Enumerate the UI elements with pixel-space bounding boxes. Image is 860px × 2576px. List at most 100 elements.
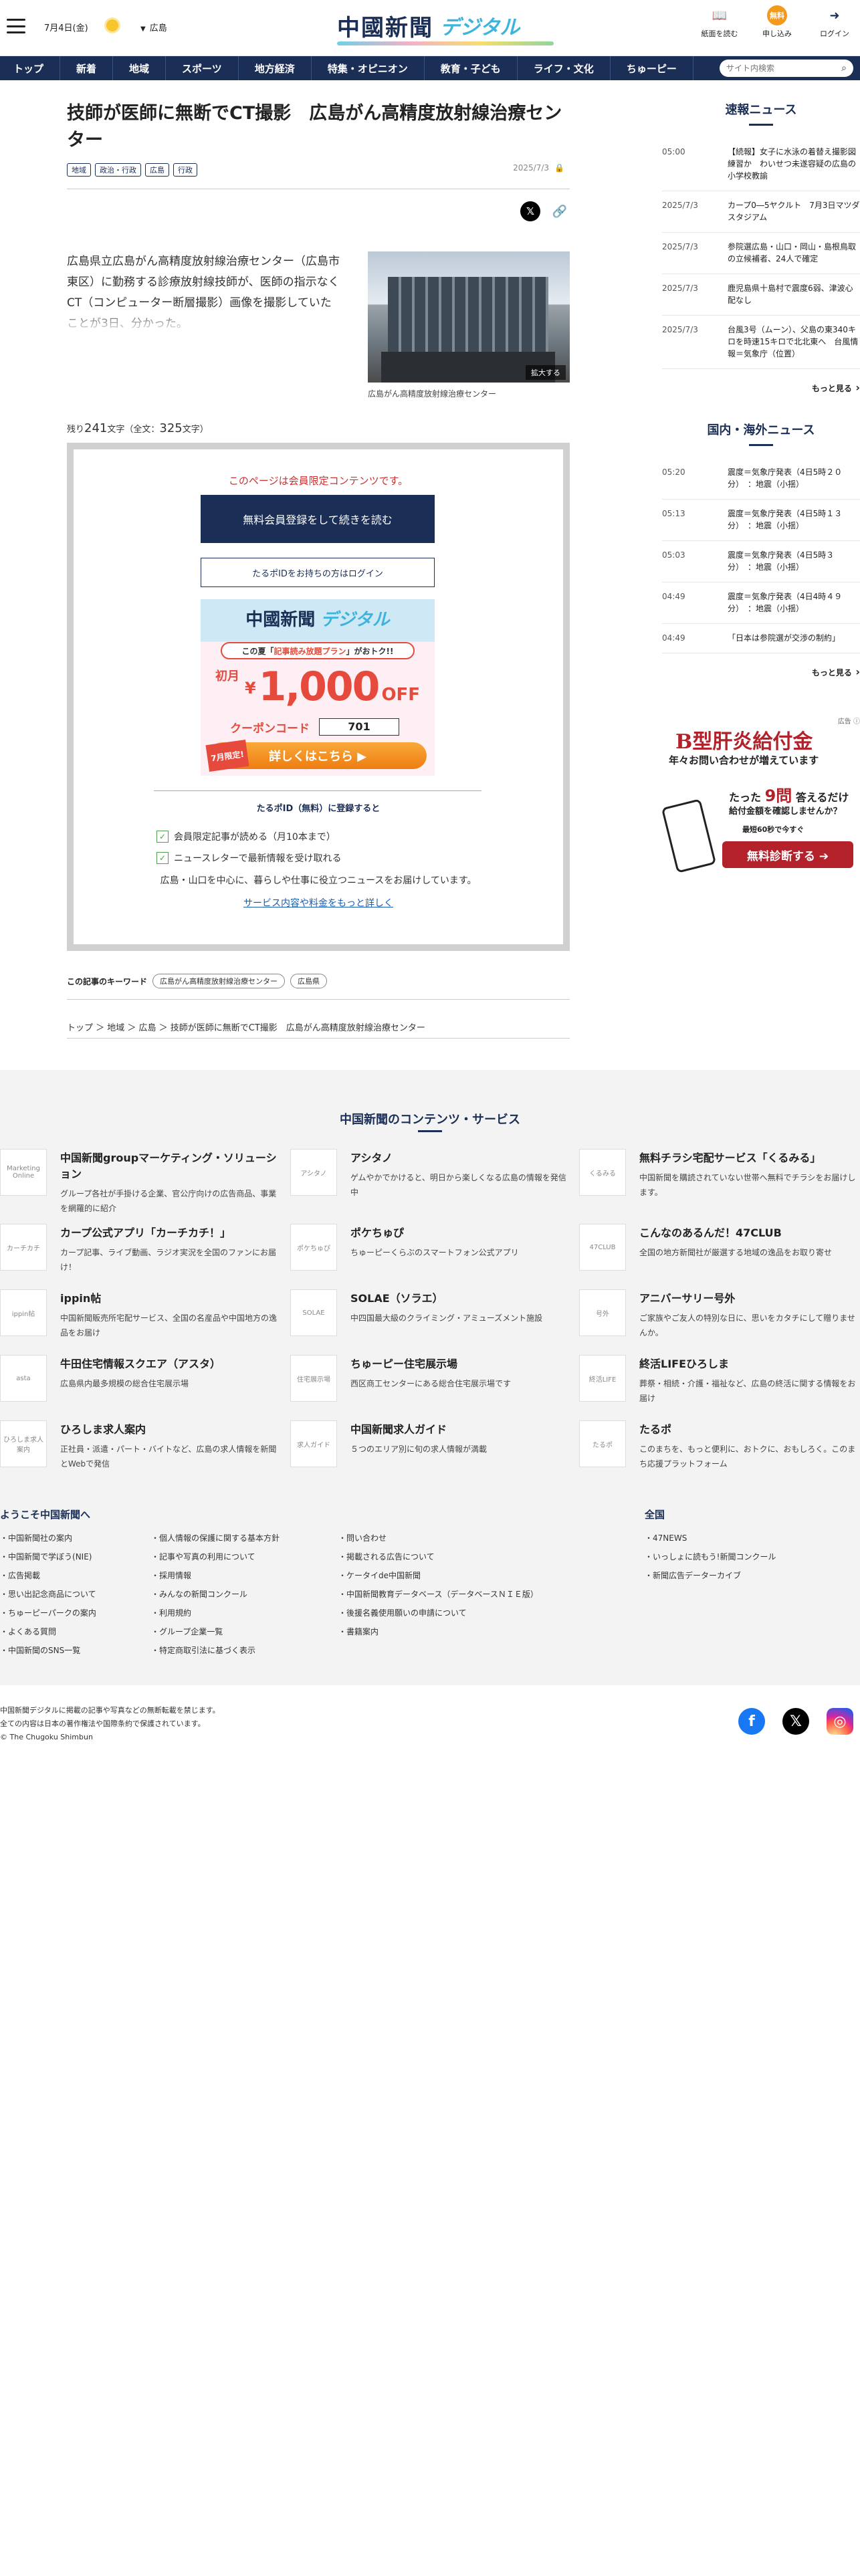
service-item[interactable]: 住宅展示場 ちゅーピー住宅展示場 西区商工センターにある総合住宅展示場です: [290, 1355, 571, 1402]
ad-sub: 年々お問い合わせが増えています: [669, 754, 819, 766]
promo-logo: 中國新聞 デジタル: [201, 606, 435, 631]
service-details-link[interactable]: サービス内容や料金をもっと詳しく: [74, 896, 563, 909]
nav-item-opinion[interactable]: 特集・オピニオン: [312, 56, 425, 80]
footer-link[interactable]: 後援名義使用願いの申請について: [338, 1604, 538, 1622]
location-select[interactable]: 広島: [140, 21, 167, 33]
footer-link[interactable]: 記事や写真の利用について: [151, 1547, 280, 1566]
service-item[interactable]: アシタノ アシタノ ゲムやかでかけると、明日から楽しくなる広島の情報を発信中: [290, 1149, 571, 1200]
service-desc: 中国新聞販売所宅配サービス、全国の名産品や中国地方の逸品をお届け: [60, 1313, 278, 1337]
service-name: 中国新聞groupマーケティング・ソリューション: [60, 1152, 277, 1180]
footer-link[interactable]: よくある質問: [0, 1622, 96, 1641]
service-item[interactable]: 求人ガイド 中国新聞求人ガイド ５つのエリア別に旬の求人情報が満載: [290, 1420, 571, 1467]
footer-link[interactable]: ちゅーピーパークの案内: [0, 1604, 96, 1622]
service-logo: 住宅展示場: [290, 1355, 337, 1402]
footer-link[interactable]: 特定商取引法に基づく表示: [151, 1641, 280, 1660]
service-item[interactable]: ippin帖 ippin帖 中国新聞販売所宅配サービス、全国の名産品や中国地方の逸品…: [0, 1289, 281, 1340]
keyword-chip[interactable]: 広島がん高精度放射線治療センター: [152, 974, 286, 988]
nav-item-region[interactable]: 地域: [113, 56, 167, 80]
menu-icon[interactable]: [7, 19, 25, 33]
footer-link[interactable]: 問い合わせ: [338, 1529, 538, 1547]
search-input[interactable]: [726, 64, 842, 73]
service-item[interactable]: 号外 アニバーサリー号外 ご家族やご友人の特別な日に、思いをカタチにして贈りませんか…: [579, 1289, 860, 1340]
service-desc: ゲムやかでかけると、明日から楽しくなる広島の情報を発信中: [350, 1173, 566, 1197]
news-item[interactable]: 05:00 【続報】女子に水泳の着替え撮影図練習か わいせつ未遂容疑の広島の小学校…: [662, 138, 860, 191]
news-item[interactable]: 2025/7/3 カープ0―5ヤクルト 7月3日マツダスタジアム: [662, 191, 860, 233]
footer-link[interactable]: 新聞広告データーカイブ: [645, 1566, 776, 1585]
footer-link[interactable]: 採用情報: [151, 1566, 280, 1585]
tag-hiroshima[interactable]: 広島: [145, 163, 169, 177]
footer-link[interactable]: いっしょに読もう!新聞コンクール: [645, 1547, 776, 1566]
promo-banner[interactable]: 中國新聞 デジタル この夏「 記事読み放題プラン 」がおトク!! 初月 ¥1,000 OF…: [201, 599, 435, 776]
news-item[interactable]: 05:13 震度＝気象庁発表（4日5時１３分） ：地震（小揺）: [662, 500, 860, 541]
footer-link[interactable]: 中国新聞社の案内: [0, 1529, 96, 1547]
nav-item-new[interactable]: 新着: [60, 56, 114, 80]
service-item[interactable]: Marketing Online 中国新聞groupマーケティング・ソリューション…: [0, 1149, 281, 1216]
footer-link[interactable]: 思い出記念商品について: [0, 1585, 96, 1604]
service-item[interactable]: くるみる 無料チラシ宅配サービス「くるみる」 中国新聞を購読されていない世帯へ無料で…: [579, 1149, 860, 1200]
service-item[interactable]: たるポ たるポ このまちを、もっと便利に、おトクに、おもしろく。このまち応援プラット…: [579, 1420, 860, 1471]
nav-item-sports[interactable]: スポーツ: [166, 56, 239, 80]
instagram-icon[interactable]: ◎: [827, 1708, 853, 1735]
news-item[interactable]: 05:20 震度＝気象庁発表（4日5時２０分） ：地震（小揺）: [662, 458, 860, 500]
footer-link[interactable]: 広告掲載: [0, 1566, 96, 1585]
footer-link[interactable]: 中国新聞教育データベース（データベースＮＩＥ版）: [338, 1585, 538, 1604]
nav-item-top[interactable]: トップ: [0, 56, 61, 80]
login-button[interactable]: ➜ ログイン: [816, 5, 853, 39]
service-item[interactable]: SOLAE SOLAE（ソラエ） 中四国最大級のクライミング・アミューズメント施設: [290, 1289, 571, 1336]
service-item[interactable]: 終活LIFE 終活LIFEひろしま 葬祭・相続・介護・福祉など、広島の終活に関する情…: [579, 1355, 860, 1406]
facebook-icon[interactable]: f: [738, 1708, 765, 1735]
news-item[interactable]: 2025/7/3 鹿児島県十島村で震度6弱、津波心配なし: [662, 274, 860, 316]
nav-item-life[interactable]: ライフ・文化: [518, 56, 611, 80]
breadcrumb[interactable]: トップ ＞ 地域 ＞ 広島 ＞ 技師が医師に無断でCT撮影 広島がん高精度放射線…: [67, 1021, 425, 1033]
copy-link-icon[interactable]: 🔗: [550, 201, 570, 221]
news-item[interactable]: 04:49 「日本は参院選が交渉の制約」: [662, 624, 860, 653]
footer-link[interactable]: ケータイde中国新聞: [338, 1566, 538, 1585]
world-more-link[interactable]: もっと見る: [662, 653, 860, 678]
news-item[interactable]: 04:49 震度＝気象庁発表（4日4時４９分） ：地震（小揺）: [662, 582, 860, 624]
footer-link[interactable]: 書籍案内: [338, 1622, 538, 1641]
service-item[interactable]: ひろしま求人案内 ひろしま求人案内 正社員・派遣・パート・バイトなど、広島の求人情報…: [0, 1420, 281, 1471]
news-item[interactable]: 2025/7/3 参院選広島・山口・岡山・島根鳥取の立候補者、24人で確定: [662, 233, 860, 274]
nav-item-education[interactable]: 教育・子ども: [425, 56, 518, 80]
subscribe-button[interactable]: 無料 申し込み: [758, 5, 796, 39]
service-item[interactable]: ポケちゅぴ ポケちゅぴ ちゅーピーくらぶのスマートフォン公式アプリ: [290, 1224, 571, 1271]
breaking-more-link[interactable]: もっと見る: [662, 369, 860, 394]
article-tags: 地域 政治・行政 広島 行政 2025/7/3: [67, 163, 570, 177]
service-item[interactable]: 47CLUB こんなのあるんだ！47CLUB 全国の地方新聞社が厳選する地域の逸品を…: [579, 1224, 860, 1271]
footer-link[interactable]: 利用規約: [151, 1604, 280, 1622]
footer-link[interactable]: 掲載される広告について: [338, 1547, 538, 1566]
footer-link[interactable]: 47NEWS: [645, 1529, 776, 1547]
service-logo: アシタノ: [290, 1149, 337, 1196]
photo-zoom-button[interactable]: 拡大する: [526, 365, 566, 380]
nav-item-chupy[interactable]: ちゅーピー: [611, 56, 693, 80]
news-item[interactable]: 2025/7/3 台風3号（ムーン）、父島の東340キロを時速15キロで北北東へ …: [662, 316, 860, 369]
news-item[interactable]: 05:03 震度＝気象庁発表（4日5時３分） ：地震（小揺）: [662, 541, 860, 582]
service-item[interactable]: asta 牛田住宅情報スクエア（アスタ） 広島県内最多規模の総合住宅展示場: [0, 1355, 281, 1402]
ad-cta-button[interactable]: 無料診断する ➔: [722, 841, 853, 868]
search-icon[interactable]: ⌕: [841, 63, 847, 74]
news-headline: 鹿児島県十島村で震度6弱、津波心配なし: [728, 284, 853, 305]
tag-admin[interactable]: 行政: [173, 163, 197, 177]
divider: [67, 999, 570, 1000]
site-logo[interactable]: 中國新聞 デジタル: [337, 9, 554, 45]
footer-link[interactable]: 中国新聞のSNS一覧: [0, 1641, 96, 1660]
tag-region[interactable]: 地域: [67, 163, 91, 177]
footer-link[interactable]: 個人情報の保護に関する基本方針: [151, 1529, 280, 1547]
article-photo[interactable]: 拡大する: [368, 251, 570, 383]
sidebar-ad[interactable]: 広告 ⓘ B型肝炎給付金 年々お問い合わせが増えています たった 9問 答えるだ…: [661, 716, 860, 883]
keyword-chip[interactable]: 広島県: [290, 974, 328, 988]
nav-item-economy[interactable]: 地方経済: [239, 56, 312, 80]
footer-link[interactable]: グループ企業一覧: [151, 1622, 280, 1641]
footer-link[interactable]: 中国新聞で学ぼう(NIE): [0, 1547, 96, 1566]
tag-politics[interactable]: 政治・行政: [95, 163, 141, 177]
read-paper-button[interactable]: 📖 紙面を読む: [701, 5, 738, 39]
register-button[interactable]: 無料会員登録をして続きを読む: [201, 495, 435, 543]
site-search: ⌕: [720, 60, 853, 77]
tarupo-login-button[interactable]: たるポIDをお持ちの方はログイン: [201, 558, 435, 587]
x-share-icon[interactable]: 𝕏: [520, 201, 540, 221]
footer-link[interactable]: みんなの新聞コンクール: [151, 1585, 280, 1604]
x-icon[interactable]: 𝕏: [782, 1708, 809, 1735]
ad-label[interactable]: 広告 ⓘ: [838, 716, 860, 726]
service-item[interactable]: カーチカチ カープ公式アプリ「カーチカチ！」 カープ記事、ライブ動画、ラジオ実況を全…: [0, 1224, 281, 1275]
news-headline: 台風3号（ムーン）、父島の東340キロを時速15キロで北北東へ 台風情報＝気象庁…: [728, 325, 859, 358]
